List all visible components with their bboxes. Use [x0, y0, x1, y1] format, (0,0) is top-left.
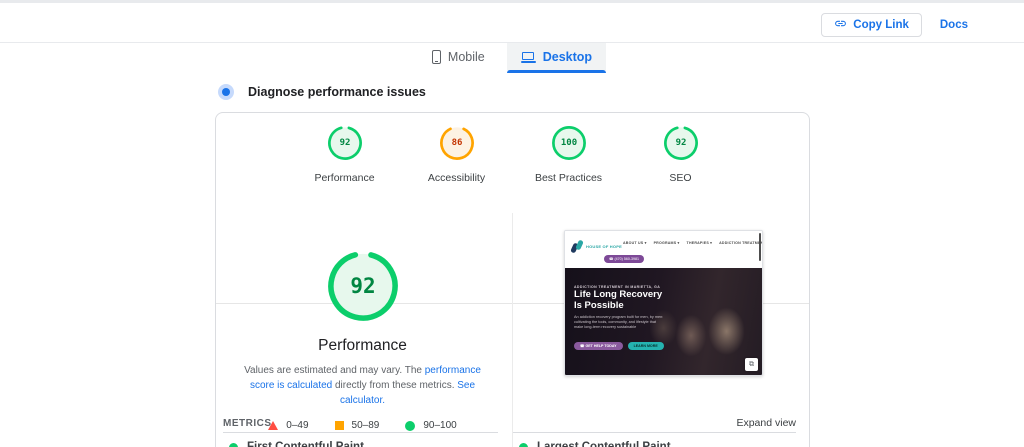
report-card: 92 Performance 86 Accessibility 100 Best… — [215, 112, 810, 447]
device-tabs: Mobile Desktop — [0, 43, 1024, 73]
metric-column-left: First Contentful Paint — [223, 432, 498, 447]
diagnose-row: Diagnose performance issues — [218, 84, 426, 100]
category-label: Best Practices — [534, 172, 603, 184]
svg-text:86: 86 — [451, 138, 462, 148]
metric-name: First Contentful Paint — [247, 441, 364, 447]
category-label: SEO — [669, 172, 692, 184]
site-preview-thumbnail[interactable]: HOUSE OF HOPE ABOUT US ▾ PROGRAMS ▾ THER… — [564, 230, 763, 376]
score-disclaimer: Values are estimated and may vary. The p… — [244, 365, 481, 406]
metrics-heading: METRICS — [223, 417, 272, 429]
diagnose-label: Diagnose performance issues — [248, 85, 426, 99]
preview-hero-title: Life Long Recovery Is Possible — [574, 289, 663, 311]
preview-logo-icon — [570, 239, 584, 254]
category-seo[interactable]: 92 SEO — [644, 125, 718, 184]
metric-column-right: Largest Contentful Paint — [513, 432, 796, 447]
metric-divider — [513, 432, 796, 433]
app-header: Copy Link Docs — [0, 3, 1024, 43]
pagespeed-insights-screen: Copy Link Docs Mobile Desktop Diagnose p… — [0, 0, 1024, 447]
preview-hero: ADDICTION TREATMENT IN MARIETTA, GA Life… — [565, 268, 762, 375]
category-label: Performance — [314, 172, 375, 184]
preview-cta-primary: ☎ GET HELP TODAY — [574, 342, 623, 350]
category-performance[interactable]: 92 Performance — [308, 125, 382, 184]
category-best-practices[interactable]: 100 Best Practices — [532, 125, 606, 184]
expand-view-button[interactable]: Expand view — [736, 417, 796, 429]
tab-mobile-label: Mobile — [447, 50, 485, 64]
copy-link-label: Copy Link — [853, 19, 909, 31]
performance-score-gauge: 92 — [326, 249, 400, 328]
vertical-divider — [512, 213, 513, 447]
preview-navbar: HOUSE OF HOPE ABOUT US ▾ PROGRAMS ▾ THER… — [565, 231, 762, 268]
metric-divider — [223, 432, 498, 433]
performance-title: Performance — [318, 337, 407, 354]
preview-nav-menu: ABOUT US ▾ PROGRAMS ▾ THERAPIES ▾ ADDICT… — [623, 241, 762, 245]
preview-hero-paragraph: An addiction recovery program built for … — [574, 315, 664, 330]
accessibility-gauge: 86 — [439, 125, 475, 166]
preview-hero-buttons: ☎ GET HELP TODAY LEARN MORE — [574, 342, 664, 350]
category-accessibility[interactable]: 86 Accessibility — [420, 125, 494, 184]
preview-logo: HOUSE OF HOPE — [570, 239, 622, 254]
svg-text:92: 92 — [339, 138, 350, 148]
tab-desktop-label: Desktop — [542, 50, 593, 64]
pass-circle-icon — [519, 442, 528, 447]
preview-logo-text: HOUSE OF HOPE — [586, 243, 622, 249]
preview-phone-button: ☎ (470) 560-3981 — [604, 255, 645, 263]
performance-summary-column: 92 Performance Values are estimated and … — [216, 211, 509, 431]
preview-expand-icon[interactable]: ⧉ — [745, 358, 758, 371]
svg-text:92: 92 — [350, 274, 375, 298]
docs-link[interactable]: Docs — [940, 19, 968, 31]
performance-gauge: 92 — [327, 125, 363, 166]
copy-link-button[interactable]: Copy Link — [821, 13, 922, 37]
tab-mobile[interactable]: Mobile — [418, 43, 499, 71]
mobile-phone-icon — [431, 50, 441, 64]
desktop-laptop-icon — [520, 51, 536, 63]
link-icon — [834, 17, 847, 33]
metrics-header: METRICS Expand view — [223, 417, 796, 429]
svg-text:92: 92 — [675, 138, 686, 148]
svg-text:100: 100 — [560, 138, 576, 148]
category-scores-row: 92 Performance 86 Accessibility 100 Best… — [216, 125, 809, 184]
preview-scrollbar — [759, 233, 761, 261]
tab-desktop[interactable]: Desktop — [506, 43, 607, 73]
pass-circle-icon — [229, 442, 238, 447]
metric-name: Largest Contentful Paint — [537, 441, 671, 447]
metric-item-lcp[interactable]: Largest Contentful Paint — [513, 441, 796, 447]
best-practices-gauge: 100 — [551, 125, 587, 166]
metric-item-fcp[interactable]: First Contentful Paint — [223, 441, 498, 447]
diagnose-radio-icon[interactable] — [218, 84, 234, 100]
header-actions: Copy Link Docs — [821, 13, 968, 37]
preview-cta-secondary: LEARN MORE — [627, 342, 664, 350]
category-label: Accessibility — [427, 172, 486, 184]
seo-gauge: 92 — [663, 125, 699, 166]
